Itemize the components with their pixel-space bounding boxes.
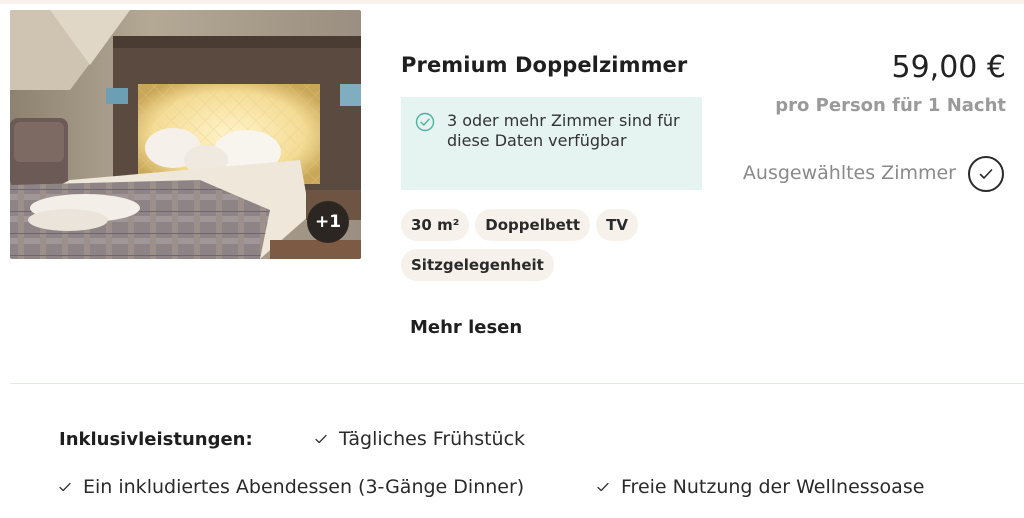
selected-room-toggle[interactable]	[968, 156, 1004, 192]
feature-tag-size: 30 m²	[401, 209, 470, 241]
feature-tag-seating: Sitzgelegenheit	[401, 249, 554, 281]
availability-text: 3 oder mehr Zimmer sind für diese Daten …	[447, 111, 680, 150]
room-photo[interactable]: +1	[10, 10, 361, 259]
check-icon	[979, 169, 993, 179]
check-icon	[59, 482, 71, 492]
room-features: 30 m² Doppelbett TV Sitzgelegenheit	[401, 209, 701, 281]
feature-tag-bed: Doppelbett	[475, 209, 591, 241]
check-icon	[597, 482, 609, 492]
room-price: 59,00 €	[891, 50, 1006, 85]
room-title: Premium Doppelzimmer	[401, 53, 688, 77]
read-more-link[interactable]: Mehr lesen	[410, 317, 522, 338]
more-photos-badge[interactable]: +1	[307, 201, 349, 243]
selected-room-label: Ausgewähltes Zimmer	[742, 162, 956, 184]
availability-notice: 3 oder mehr Zimmer sind für diese Daten …	[401, 97, 702, 190]
inclusion-text: Freie Nutzung der Wellnessoase	[621, 476, 925, 498]
check-icon	[315, 434, 327, 444]
check-circle-icon	[415, 112, 435, 132]
section-divider	[10, 383, 1024, 384]
inclusions-label: Inklusivleistungen:	[59, 429, 253, 450]
price-basis: pro Person für 1 Nacht	[775, 95, 1006, 116]
inclusion-item-breakfast: Tägliches Frühstück	[315, 428, 525, 450]
feature-tag-tv: TV	[596, 209, 638, 241]
inclusion-item-dinner: Ein inkludiertes Abendessen (3-Gänge Din…	[59, 476, 524, 498]
room-card: +1 Premium Doppelzimmer 3 oder mehr Zimm…	[0, 0, 1024, 518]
inclusion-text: Ein inkludiertes Abendessen (3-Gänge Din…	[83, 476, 525, 498]
inclusion-item-wellness: Freie Nutzung der Wellnessoase	[597, 476, 924, 498]
inclusion-text: Tägliches Frühstück	[339, 428, 526, 450]
